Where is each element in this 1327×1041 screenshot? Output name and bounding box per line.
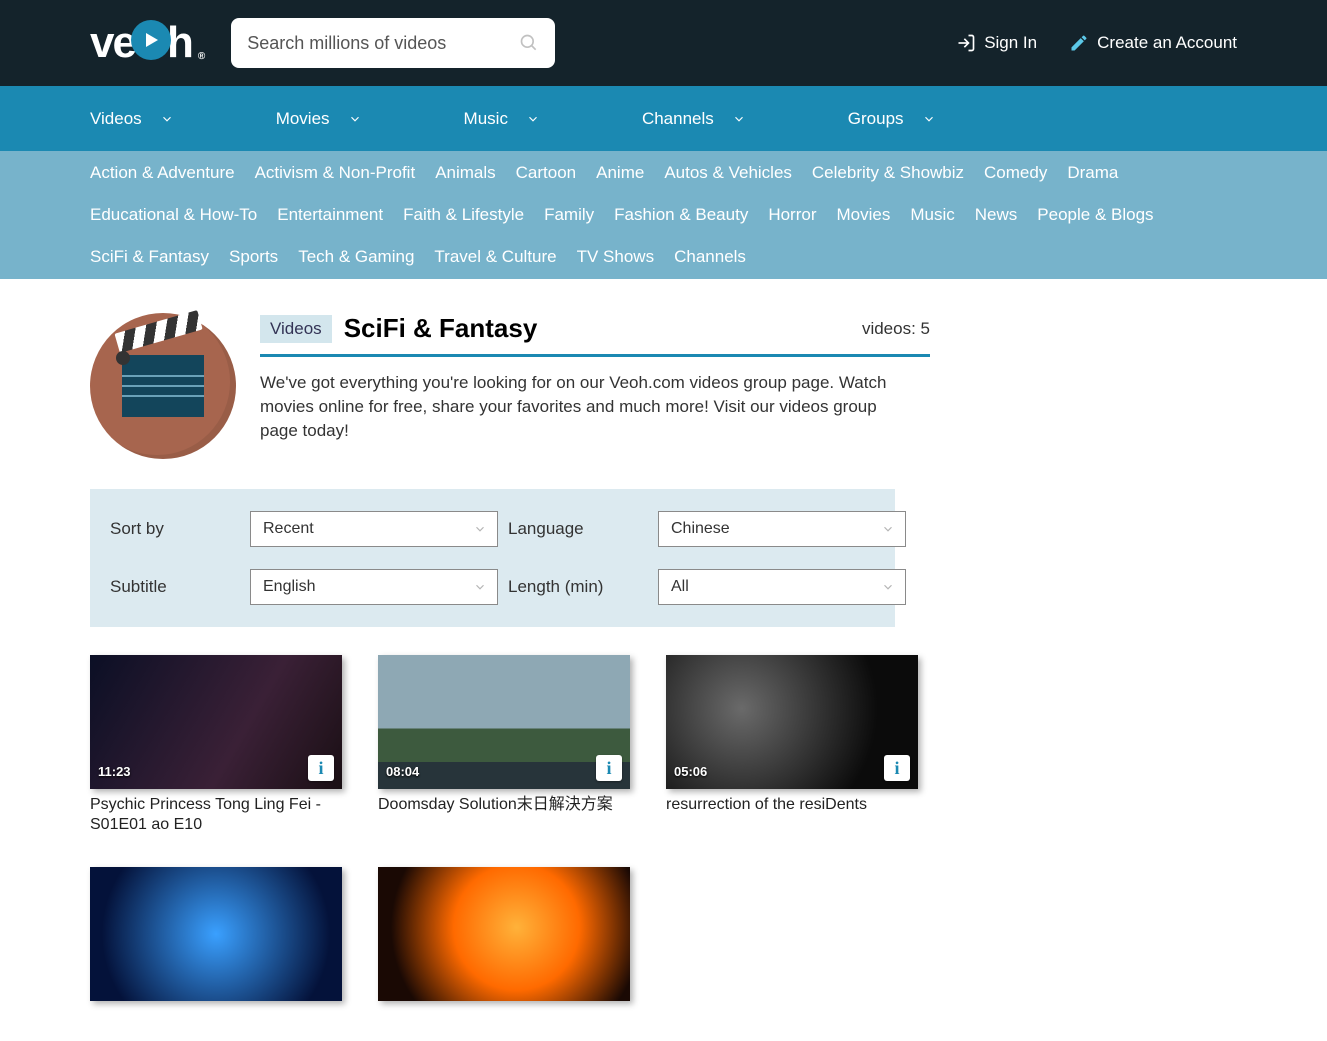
chevron-down-icon: [732, 112, 746, 126]
video-card: [378, 867, 630, 1001]
top-header: ve h ® Sign In Create an Account: [0, 0, 1327, 86]
info-button[interactable]: i: [596, 755, 622, 781]
video-card: 11:23 i Psychic Princess Tong Ling Fei -…: [90, 655, 342, 835]
nav1-item-groups[interactable]: Groups: [848, 109, 936, 129]
nav1-item-music[interactable]: Music: [464, 109, 540, 129]
nav2-item[interactable]: SciFi & Fantasy: [90, 247, 209, 267]
video-grid: 11:23 i Psychic Princess Tong Ling Fei -…: [90, 655, 930, 1001]
sign-in-label: Sign In: [984, 33, 1037, 53]
video-title[interactable]: resurrection of the resiDents: [666, 795, 918, 815]
nav2-item[interactable]: Music: [910, 205, 954, 225]
category-icon: [90, 313, 236, 459]
nav2-item[interactable]: Sports: [229, 247, 278, 267]
nav2-item[interactable]: Family: [544, 205, 594, 225]
video-count: videos: 5: [862, 319, 930, 339]
length-select[interactable]: All: [658, 569, 906, 605]
pencil-icon: [1069, 33, 1089, 53]
search-icon[interactable]: [519, 33, 539, 53]
page-title: SciFi & Fantasy: [344, 313, 538, 344]
nav2-item[interactable]: Autos & Vehicles: [664, 163, 792, 183]
nav2-item[interactable]: Drama: [1067, 163, 1118, 183]
video-thumbnail[interactable]: 08:04 i: [378, 655, 630, 789]
subtitle-select[interactable]: English: [250, 569, 498, 605]
nav2-item[interactable]: Cartoon: [516, 163, 576, 183]
length-label: Length (min): [508, 577, 648, 597]
page-description: We've got everything you're looking for …: [260, 371, 900, 442]
nav1-item-channels[interactable]: Channels: [642, 109, 746, 129]
video-thumbnail[interactable]: [378, 867, 630, 1001]
search-box[interactable]: [231, 18, 555, 68]
chevron-down-icon: [922, 112, 936, 126]
subtitle-label: Subtitle: [110, 577, 240, 597]
nav2-item[interactable]: Fashion & Beauty: [614, 205, 748, 225]
create-account-label: Create an Account: [1097, 33, 1237, 53]
chevron-down-icon: [881, 580, 895, 594]
video-duration: 11:23: [98, 764, 131, 779]
nav2-item[interactable]: TV Shows: [577, 247, 654, 267]
nav1-item-videos[interactable]: Videos: [90, 109, 174, 129]
video-card: 08:04 i Doomsday Solution末日解決方案: [378, 655, 630, 835]
video-duration: 08:04: [386, 764, 419, 779]
video-title[interactable]: Psychic Princess Tong Ling Fei - S01E01 …: [90, 795, 342, 835]
video-card: 05:06 i resurrection of the resiDents: [666, 655, 918, 835]
category-nav: Action & Adventure Activism & Non-Profit…: [0, 151, 1327, 279]
chevron-down-icon: [526, 112, 540, 126]
info-button[interactable]: i: [884, 755, 910, 781]
nav2-item[interactable]: Channels: [674, 247, 746, 267]
nav2-item[interactable]: Animals: [435, 163, 495, 183]
nav2-item[interactable]: People & Blogs: [1037, 205, 1153, 225]
nav2-item[interactable]: Faith & Lifestyle: [403, 205, 524, 225]
nav2-item[interactable]: Action & Adventure: [90, 163, 235, 183]
video-duration: 05:06: [674, 764, 707, 779]
filter-bar: Sort by Recent Language Chinese Subtitle…: [90, 489, 895, 627]
category-header: Videos SciFi & Fantasy videos: 5 We've g…: [90, 313, 930, 459]
main-content: Videos SciFi & Fantasy videos: 5 We've g…: [0, 279, 1020, 1041]
chevron-down-icon: [881, 522, 895, 536]
sign-in-link[interactable]: Sign In: [956, 33, 1037, 53]
info-button[interactable]: i: [308, 755, 334, 781]
nav2-item[interactable]: Celebrity & Showbiz: [812, 163, 964, 183]
chevron-down-icon: [160, 112, 174, 126]
sort-select[interactable]: Recent: [250, 511, 498, 547]
video-thumbnail[interactable]: 05:06 i: [666, 655, 918, 789]
breadcrumb-tag[interactable]: Videos: [260, 315, 332, 343]
nav2-item[interactable]: Tech & Gaming: [298, 247, 414, 267]
nav2-item[interactable]: News: [975, 205, 1018, 225]
nav2-item[interactable]: Anime: [596, 163, 644, 183]
nav2-item[interactable]: Travel & Culture: [434, 247, 556, 267]
language-label: Language: [508, 519, 648, 539]
logo-text-pre: ve: [90, 18, 135, 68]
registered-mark: ®: [198, 51, 203, 62]
primary-nav: Videos Movies Music Channels Groups: [0, 86, 1327, 151]
language-select[interactable]: Chinese: [658, 511, 906, 547]
nav1-item-movies[interactable]: Movies: [276, 109, 362, 129]
video-title[interactable]: Doomsday Solution末日解決方案: [378, 795, 630, 815]
nav2-item[interactable]: Horror: [768, 205, 816, 225]
signin-icon: [956, 33, 976, 53]
chevron-down-icon: [473, 580, 487, 594]
nav2-item[interactable]: Educational & How-To: [90, 205, 257, 225]
video-thumbnail[interactable]: [90, 867, 342, 1001]
chevron-down-icon: [348, 112, 362, 126]
sort-label: Sort by: [110, 519, 240, 539]
site-logo[interactable]: ve h ®: [90, 18, 203, 68]
nav2-item[interactable]: Entertainment: [277, 205, 383, 225]
auth-links: Sign In Create an Account: [956, 33, 1237, 53]
video-thumbnail[interactable]: 11:23 i: [90, 655, 342, 789]
nav2-item[interactable]: Comedy: [984, 163, 1047, 183]
create-account-link[interactable]: Create an Account: [1069, 33, 1237, 53]
search-input[interactable]: [247, 33, 519, 54]
nav2-item[interactable]: Movies: [837, 205, 891, 225]
chevron-down-icon: [473, 522, 487, 536]
video-card: [90, 867, 342, 1001]
logo-play-icon: [131, 20, 171, 60]
clapperboard-icon: [122, 355, 204, 417]
nav2-item[interactable]: Activism & Non-Profit: [255, 163, 416, 183]
